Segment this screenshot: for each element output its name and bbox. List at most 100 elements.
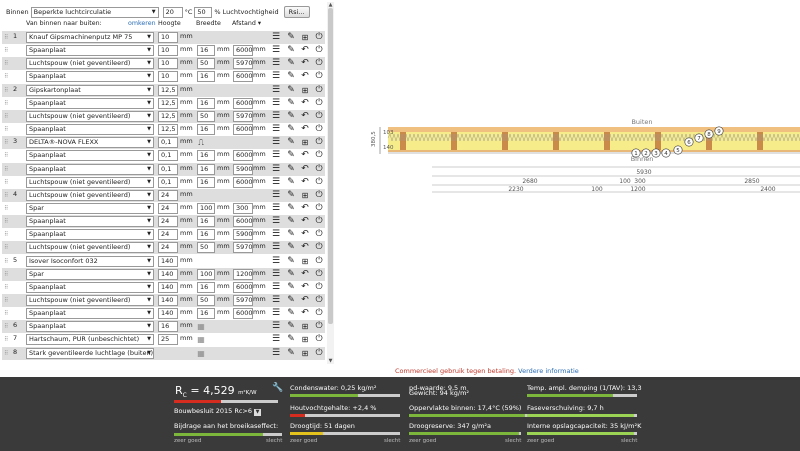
material-select[interactable]: Hartschaum, PUR (unbeschichtet) ▼ <box>26 334 154 346</box>
power-icon[interactable]: ⏻ <box>313 202 325 215</box>
material-select[interactable]: Spaanplaat ▼ <box>26 45 154 57</box>
drag-handle-icon[interactable]: ⠿ <box>4 126 8 133</box>
menu-icon[interactable]: ☰ <box>270 189 282 202</box>
material-select[interactable]: Spaanplaat ▼ <box>26 216 154 228</box>
power-icon[interactable]: ⏻ <box>313 110 325 123</box>
drag-handle-icon[interactable]: ⠿ <box>4 139 8 146</box>
distance-input[interactable]: 6000 <box>233 97 253 109</box>
edit-icon[interactable]: ✎ <box>285 333 297 346</box>
undo-icon[interactable]: ↶ <box>299 228 311 241</box>
height-input[interactable]: 10 <box>158 45 178 57</box>
material-select[interactable]: Spaanplaat ▼ <box>26 163 154 175</box>
width-input[interactable]: 16 <box>197 97 215 109</box>
height-input[interactable]: 12,5 <box>158 110 178 122</box>
air-circulation-select[interactable]: Beperkte luchtcirculatie ▼ <box>30 6 159 18</box>
distance-input[interactable]: 6000 <box>233 176 253 188</box>
menu-icon[interactable]: ☰ <box>270 136 282 149</box>
menu-icon[interactable]: ☰ <box>270 123 282 136</box>
edit-icon[interactable]: ✎ <box>285 202 297 215</box>
power-icon[interactable]: ⏻ <box>313 44 325 57</box>
add-sublayer-icon[interactable]: ⊞ <box>299 84 311 97</box>
material-select[interactable]: Stark geventileerde luchtlage (buiten) ▼ <box>26 347 154 359</box>
power-icon[interactable]: ⏻ <box>313 136 325 149</box>
distance-input[interactable]: 5900 <box>233 163 253 175</box>
power-icon[interactable]: ⏻ <box>313 307 325 320</box>
menu-icon[interactable]: ☰ <box>270 44 282 57</box>
add-sublayer-icon[interactable]: ⊞ <box>299 347 311 360</box>
width-input[interactable]: 16 <box>197 308 215 320</box>
edit-icon[interactable]: ✎ <box>285 97 297 110</box>
height-input[interactable]: 0,1 <box>158 176 178 188</box>
material-select[interactable]: Luchtspouw (niet geventileerd) ▼ <box>26 58 154 70</box>
edit-icon[interactable]: ✎ <box>285 215 297 228</box>
power-icon[interactable]: ⏻ <box>313 31 325 44</box>
dropdown-icon[interactable]: ▼ <box>254 409 262 416</box>
menu-icon[interactable]: ☰ <box>270 281 282 294</box>
height-input[interactable]: 10 <box>158 71 178 83</box>
power-icon[interactable]: ⏻ <box>313 215 325 228</box>
edit-icon[interactable]: ✎ <box>285 123 297 136</box>
width-input[interactable]: 100 <box>197 268 215 280</box>
height-input[interactable]: 16 <box>158 321 178 333</box>
menu-icon[interactable]: ☰ <box>270 176 282 189</box>
material-select[interactable]: Spar ▼ <box>26 268 154 280</box>
height-input[interactable]: 140 <box>158 281 178 293</box>
material-select[interactable]: DELTA®-NOVA FLEXX ▼ <box>26 137 154 149</box>
drag-handle-icon[interactable]: ⠿ <box>4 205 8 212</box>
width-input[interactable]: 16 <box>197 281 215 293</box>
drag-handle-icon[interactable]: ⠿ <box>4 47 8 54</box>
menu-icon[interactable]: ☰ <box>270 228 282 241</box>
width-input[interactable]: 16 <box>197 124 215 136</box>
material-select[interactable]: Gipskartonplaat ▼ <box>26 84 154 96</box>
edit-icon[interactable]: ✎ <box>285 149 297 162</box>
add-sublayer-icon[interactable]: ⊞ <box>299 255 311 268</box>
material-select[interactable]: Spar ▼ <box>26 202 154 214</box>
power-icon[interactable]: ⏻ <box>313 123 325 136</box>
edit-icon[interactable]: ✎ <box>285 44 297 57</box>
menu-icon[interactable]: ☰ <box>270 163 282 176</box>
height-input[interactable]: 12,5 <box>158 124 178 136</box>
edit-icon[interactable]: ✎ <box>285 189 297 202</box>
width-input[interactable]: 16 <box>197 176 215 188</box>
distance-input[interactable]: 5970 <box>233 295 253 306</box>
height-input[interactable]: 24 <box>158 242 178 254</box>
edit-icon[interactable]: ✎ <box>285 136 297 149</box>
power-icon[interactable]: ⏻ <box>313 281 325 294</box>
height-input[interactable]: 0,1 <box>158 163 178 175</box>
undo-icon[interactable]: ↶ <box>299 57 311 70</box>
power-icon[interactable]: ⏻ <box>313 70 325 83</box>
undo-icon[interactable]: ↶ <box>299 294 311 307</box>
undo-icon[interactable]: ↶ <box>299 202 311 215</box>
menu-icon[interactable]: ☰ <box>270 110 282 123</box>
undo-icon[interactable]: ↶ <box>299 44 311 57</box>
drag-handle-icon[interactable]: ⠿ <box>4 179 8 186</box>
menu-icon[interactable]: ☰ <box>270 268 282 281</box>
grid-icon[interactable]: ▦ <box>195 333 207 346</box>
edit-icon[interactable]: ✎ <box>285 320 297 333</box>
power-icon[interactable]: ⏻ <box>313 241 325 254</box>
width-input[interactable]: 50 <box>197 110 215 122</box>
menu-icon[interactable]: ☰ <box>270 149 282 162</box>
menu-icon[interactable]: ☰ <box>270 97 282 110</box>
width-input[interactable]: 16 <box>197 150 215 162</box>
wrench-icon[interactable]: 🔧 <box>272 383 283 393</box>
material-select[interactable]: Luchtspouw (niet geventileerd) ▼ <box>26 176 154 188</box>
drag-handle-icon[interactable]: ⠿ <box>4 100 8 107</box>
edit-icon[interactable]: ✎ <box>285 294 297 307</box>
edit-icon[interactable]: ✎ <box>285 255 297 268</box>
material-select[interactable]: Spaanplaat ▼ <box>26 150 154 162</box>
distance-input[interactable]: 6000 <box>233 45 253 57</box>
power-icon[interactable]: ⏻ <box>313 255 325 268</box>
height-input[interactable]: 12,5 <box>158 84 178 96</box>
edit-icon[interactable]: ✎ <box>285 31 297 44</box>
menu-icon[interactable]: ☰ <box>270 70 282 83</box>
power-icon[interactable]: ⏻ <box>313 57 325 70</box>
menu-icon[interactable]: ☰ <box>270 347 282 360</box>
undo-icon[interactable]: ↶ <box>299 268 311 281</box>
undo-icon[interactable]: ↶ <box>299 123 311 136</box>
edit-icon[interactable]: ✎ <box>285 281 297 294</box>
drag-handle-icon[interactable]: ⠿ <box>4 73 8 80</box>
material-select[interactable]: Luchtspouw (niet geventileerd) ▼ <box>26 295 154 306</box>
add-sublayer-icon[interactable]: ⊞ <box>299 320 311 333</box>
material-select[interactable]: Isover Isoconfort 032 ▼ <box>26 255 154 267</box>
